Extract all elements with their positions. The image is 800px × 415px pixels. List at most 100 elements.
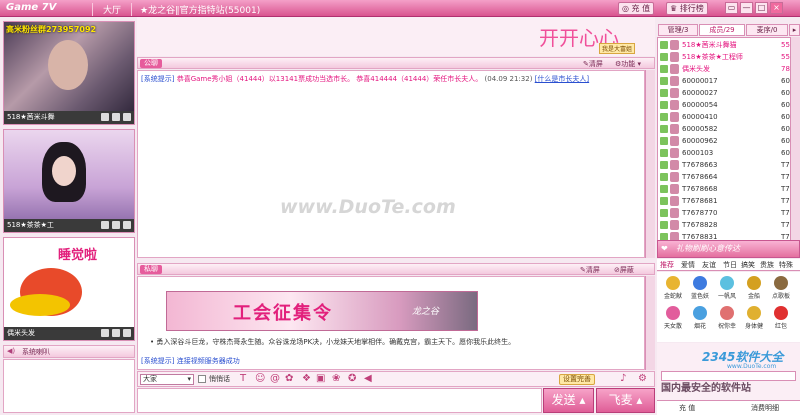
settings-icon[interactable]: [123, 113, 131, 121]
quiet-checkbox[interactable]: [198, 375, 206, 383]
user-row[interactable]: T7678828T767882: [658, 219, 799, 231]
tab-mic-queue[interactable]: 麦序/0: [746, 24, 788, 36]
video-panel-2[interactable]: 518★茶茶★工: [3, 129, 135, 233]
star-icon[interactable]: ✪: [348, 373, 356, 384]
private-chat-scrollbar[interactable]: [645, 276, 655, 370]
user-level-icon: [660, 113, 668, 121]
video-panel-1[interactable]: 高米粉丝群273957092 518★茜米斗舞: [3, 21, 135, 125]
user-row[interactable]: T7678770T767877: [658, 207, 799, 219]
private-clear-button[interactable]: ✎清屏: [580, 265, 600, 275]
user-list-scrollbar[interactable]: [790, 37, 800, 240]
recharge-button[interactable]: ◎ 充 值: [618, 2, 655, 15]
gift-tab[interactable]: 节日: [723, 260, 737, 270]
message-time: (04.09 21:32): [484, 75, 533, 83]
camera-icon[interactable]: [112, 113, 120, 121]
user-row[interactable]: 600004106000041: [658, 111, 799, 123]
hall-button[interactable]: 大厅: [92, 3, 132, 16]
mayor-wife-link[interactable]: [什么是市长夫人]: [535, 75, 589, 83]
horn-icon[interactable]: ◀: [364, 373, 372, 384]
color-icon[interactable]: ✿: [285, 373, 293, 384]
font-icon[interactable]: T: [240, 373, 246, 384]
screenshot-icon[interactable]: ▣: [316, 373, 325, 384]
flower-icon[interactable]: ❀: [332, 373, 340, 384]
camera-icon[interactable]: [112, 221, 120, 229]
function-menu-button[interactable]: ⚙功能 ▾: [615, 59, 641, 69]
video-panel-3[interactable]: 睡觉啦 偶米头发: [3, 237, 135, 341]
message-input[interactable]: [137, 388, 542, 413]
gift-item[interactable]: 金蛇献: [661, 276, 685, 300]
user-row[interactable]: 60001036000103: [658, 147, 799, 159]
gift-item[interactable]: 一帆风: [715, 276, 739, 300]
settings-icon[interactable]: ⚙: [638, 373, 647, 384]
gift-label: 金船: [747, 293, 760, 300]
user-row[interactable]: T7678681T767868: [658, 195, 799, 207]
gift-item[interactable]: 天女散: [661, 306, 685, 330]
announce-bar[interactable]: ◀) 系统喇叭: [3, 345, 135, 358]
mic-icon[interactable]: [101, 113, 109, 121]
user-row[interactable]: T7678668T767866: [658, 183, 799, 195]
emoji-icon[interactable]: ☺: [255, 373, 265, 384]
gift-tab[interactable]: 友谊: [702, 260, 716, 270]
user-row[interactable]: 518★茶茶★工程师551005: [658, 51, 799, 63]
user-row[interactable]: 600000276000002: [658, 87, 799, 99]
user-level-icon: [660, 173, 668, 181]
footer-recharge-button[interactable]: 充 值: [679, 401, 695, 415]
fly-mic-button[interactable]: 飞麦 ▴: [596, 388, 655, 413]
maximize-button[interactable]: □: [755, 2, 768, 14]
user-avatar-icon: [670, 172, 679, 182]
settings-icon[interactable]: [123, 221, 131, 229]
block-button[interactable]: ⊘屏蔽: [614, 265, 634, 275]
gift-item[interactable]: 蓝色妖: [688, 276, 712, 300]
vip-setting-button[interactable]: 设置完善: [559, 374, 595, 385]
gift-item[interactable]: 点歌板: [769, 276, 793, 300]
tab-members[interactable]: 成员/29: [699, 24, 745, 36]
gift-tab[interactable]: 搞笑: [741, 260, 755, 270]
user-row[interactable]: 600000176000001: [658, 75, 799, 87]
tab-admin[interactable]: 管理/3: [658, 24, 698, 36]
chat-target-select[interactable]: 大家 ▾: [140, 374, 194, 385]
gift-icon[interactable]: ❖: [302, 373, 311, 384]
user-row[interactable]: 600009626000096: [658, 135, 799, 147]
user-name: T7678663: [682, 161, 718, 169]
gift-item[interactable]: 红包: [769, 306, 793, 330]
send-button[interactable]: 发送 ▴: [543, 388, 594, 413]
user-row[interactable]: 偶米头发788568: [658, 63, 799, 75]
tab-more-icon[interactable]: ▸: [789, 24, 800, 36]
user-level-icon: [660, 221, 668, 229]
user-name: T7678828: [682, 221, 718, 229]
microphone-icon[interactable]: ♪: [620, 373, 626, 384]
close-button[interactable]: ×: [770, 2, 783, 14]
user-avatar-icon: [670, 40, 679, 50]
gift-tab[interactable]: 特殊: [779, 260, 793, 270]
mic-icon[interactable]: [101, 221, 109, 229]
gift-icon: [693, 306, 707, 320]
gift-item[interactable]: 祝你幸: [715, 306, 739, 330]
gift-item[interactable]: 身体健: [742, 306, 766, 330]
camera-icon[interactable]: [112, 329, 120, 337]
at-icon[interactable]: @: [270, 373, 280, 384]
user-row[interactable]: 518★茜米斗舞猫551003: [658, 39, 799, 51]
settings-icon[interactable]: [123, 329, 131, 337]
public-chat-scrollbar[interactable]: [645, 70, 655, 258]
user-row[interactable]: 600000546000005: [658, 99, 799, 111]
host-banner: 开开心心 我是大富姐: [137, 17, 655, 56]
restore-icon[interactable]: ▭: [725, 2, 738, 14]
user-row[interactable]: T7678664T767866: [658, 171, 799, 183]
input-toolbar: 大家 ▾ 悄悄话 T ☺ @ ✿ ❖ ▣ ❀ ✪ ◀ 设置完善 ♪ ⚙: [137, 371, 655, 387]
user-row[interactable]: T7678663T767866: [658, 159, 799, 171]
minimize-button[interactable]: —: [740, 2, 753, 14]
user-row[interactable]: 600005826000058: [658, 123, 799, 135]
spending-detail-link[interactable]: 消费明细: [751, 401, 779, 415]
site-slogan: 国内最安全的软件站: [661, 383, 751, 394]
gift-item[interactable]: 金船: [742, 276, 766, 300]
gift-tab[interactable]: 推荐: [660, 260, 674, 270]
rank-button[interactable]: ♛ 排行榜: [666, 2, 708, 15]
clear-screen-button[interactable]: ✎清屏: [583, 59, 603, 69]
mic-icon[interactable]: [101, 329, 109, 337]
gift-tab[interactable]: 贵族: [760, 260, 774, 270]
gift-icon: [720, 276, 734, 290]
system-notice: [系统提示] 连接视频服务器成功: [141, 356, 240, 366]
gift-item[interactable]: 烟花: [688, 306, 712, 330]
gift-tab[interactable]: 爱情: [681, 260, 695, 270]
video-feed: [4, 130, 134, 226]
